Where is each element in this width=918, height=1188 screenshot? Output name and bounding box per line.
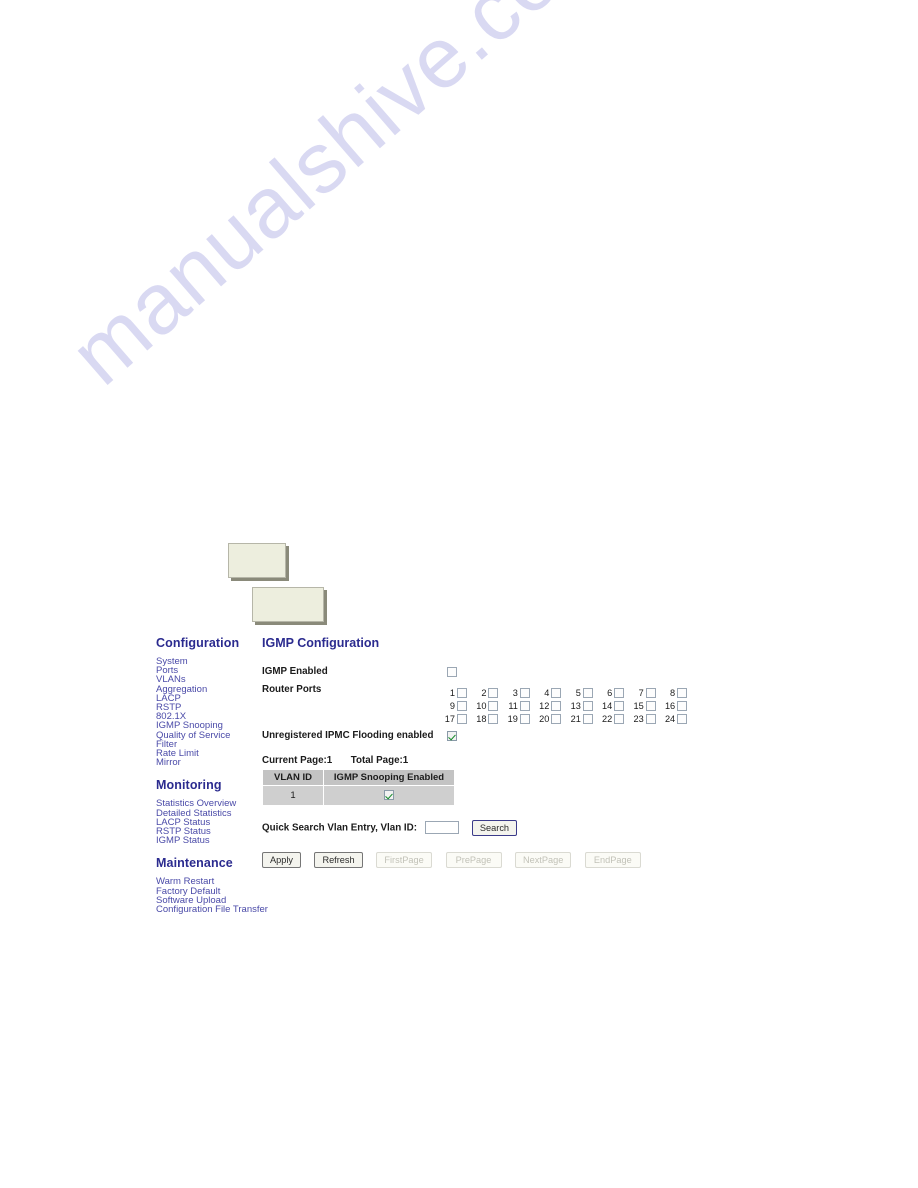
router-port-checkbox-11[interactable]	[519, 700, 530, 711]
router-port-cell-20[interactable]: 20	[534, 710, 562, 728]
router-port-checkbox-16[interactable]	[677, 700, 688, 711]
router-port-checkbox-17[interactable]	[457, 713, 467, 724]
router-port-number-18: 18	[476, 713, 487, 724]
navigation-sidebar: Configuration System Ports VLANs Aggrega…	[156, 636, 268, 915]
search-input[interactable]	[425, 821, 460, 835]
prev-page-button: PrePage	[445, 851, 502, 868]
router-port-number-21: 21	[570, 713, 581, 724]
sidebar-link-mirror[interactable]: Mirror	[156, 758, 256, 768]
quick-search-row: Quick Search Vlan Entry, Vlan ID: Search	[262, 819, 662, 837]
current-page-label: Current Page:1	[262, 755, 333, 766]
lower-image-placeholder	[252, 587, 324, 622]
router-port-checkbox-5[interactable]	[582, 687, 593, 698]
router-port-checkbox-23[interactable]	[645, 713, 656, 724]
router-port-number-19: 19	[507, 713, 518, 724]
vlan-table-col-vlan-id: VLAN ID	[262, 769, 324, 786]
router-port-checkbox-24[interactable]	[677, 713, 688, 724]
router-ports-grid-row: 17 18 19 20 21 22 23 24	[440, 710, 688, 724]
quick-search-label: Quick Search Vlan Entry, Vlan ID:	[262, 822, 417, 834]
router-port-checkbox-10[interactable]	[488, 700, 499, 711]
sidebar-item-mirror[interactable]: Mirror	[156, 758, 256, 768]
vlan-table-head: VLAN ID IGMP Snooping Enabled	[262, 769, 455, 786]
router-port-cell-23[interactable]: 23	[629, 710, 656, 728]
router-port-checkbox-7[interactable]	[645, 687, 656, 698]
router-port-checkbox-18[interactable]	[488, 713, 499, 724]
sidebar-list-configuration: System Ports VLANs Aggregation LACP RSTP…	[156, 657, 256, 768]
vlan-table-col-snooping-enabled: IGMP Snooping Enabled	[323, 769, 455, 786]
table-row[interactable]: 1	[262, 785, 455, 806]
igmp-enabled-row: IGMP Enabled	[262, 666, 662, 681]
router-ports-grid: 1 2 3 4 5 6 7 8 9 10 11 12 13 14 15 16 1…	[440, 684, 688, 724]
sidebar-list-monitoring: Statistics Overview Detailed Statistics …	[156, 799, 256, 846]
sidebar-item-configuration-file-transfer[interactable]: Configuration File Transfer	[156, 905, 268, 915]
page-title: IGMP Configuration	[262, 636, 380, 650]
router-port-cell-17[interactable]: 17	[440, 710, 467, 728]
ipmc-flooding-checkbox[interactable]	[447, 731, 457, 741]
vlan-snooping-table: VLAN ID IGMP Snooping Enabled 1	[262, 769, 455, 806]
sidebar-heading-monitoring: Monitoring	[156, 778, 222, 793]
sidebar-list-maintenance: Warm Restart Factory Default Software Up…	[156, 877, 268, 915]
end-page-button: EndPage	[584, 851, 641, 868]
router-port-cell-24[interactable]: 24	[660, 710, 688, 728]
router-port-checkbox-4[interactable]	[551, 687, 562, 698]
router-port-checkbox-6[interactable]	[614, 687, 625, 698]
router-port-checkbox-13[interactable]	[582, 700, 593, 711]
router-port-checkbox-20[interactable]	[551, 713, 562, 724]
top-image-placeholder	[228, 543, 286, 578]
sidebar-heading-maintenance: Maintenance	[156, 856, 233, 871]
router-port-cell-18[interactable]: 18	[471, 710, 499, 728]
router-port-cell-22[interactable]: 22	[597, 710, 625, 728]
router-port-checkbox-12[interactable]	[551, 700, 562, 711]
router-port-checkbox-15[interactable]	[645, 700, 656, 711]
router-ports-row: Router Ports 1 2 3 4 5 6 7 8 9 10 11 12	[262, 684, 688, 728]
search-button[interactable]: Search	[471, 819, 518, 836]
main-content-panel: IGMP Configuration IGMP Enabled Router P…	[262, 636, 688, 869]
router-ports-grid-row: 9 10 11 12 13 14 15 16	[440, 697, 688, 711]
apply-button[interactable]: Apply	[262, 851, 301, 868]
refresh-button[interactable]: Refresh	[314, 851, 363, 868]
router-port-cell-19[interactable]: 19	[503, 710, 530, 728]
vlan-table-header-row: VLAN ID IGMP Snooping Enabled	[262, 769, 455, 786]
first-page-button: FirstPage	[376, 851, 433, 868]
vlan-table-cell-snooping-enabled	[323, 785, 455, 806]
sidebar-item-igmp-status[interactable]: IGMP Status	[156, 836, 256, 846]
router-port-number-17: 17	[444, 713, 455, 724]
action-button-row: Apply Refresh FirstPage PrePage NextPage…	[262, 851, 662, 869]
ipmc-flooding-row: Unregistered IPMC Flooding enabled	[262, 730, 662, 745]
ipmc-flooding-label: Unregistered IPMC Flooding enabled	[262, 730, 434, 741]
router-port-checkbox-22[interactable]	[614, 713, 625, 724]
router-port-checkbox-14[interactable]	[614, 700, 625, 711]
igmp-enabled-label: IGMP Enabled	[262, 666, 328, 677]
router-ports-grid-row: 1 2 3 4 5 6 7 8	[440, 684, 688, 698]
router-port-cell-21[interactable]: 21	[566, 710, 593, 728]
pagination-status: Current Page:1 Total Page:1	[262, 755, 662, 766]
igmp-enabled-checkbox[interactable]	[447, 667, 457, 677]
router-port-number-20: 20	[539, 713, 550, 724]
next-page-button: NextPage	[514, 851, 572, 868]
router-port-number-24: 24	[664, 713, 676, 724]
router-port-checkbox-1[interactable]	[457, 687, 467, 698]
router-port-checkbox-21[interactable]	[582, 713, 593, 724]
vlan-snooping-enabled-checkbox[interactable]	[384, 790, 394, 801]
router-ports-label: Router Ports	[262, 684, 322, 695]
router-port-checkbox-8[interactable]	[677, 687, 688, 698]
router-port-checkbox-9[interactable]	[457, 700, 467, 711]
page-root: Configuration System Ports VLANs Aggrega…	[0, 0, 918, 1188]
sidebar-link-igmp-status[interactable]: IGMP Status	[156, 836, 256, 846]
router-port-number-23: 23	[633, 713, 644, 724]
router-port-checkbox-2[interactable]	[488, 687, 499, 698]
total-page-label: Total Page:1	[350, 755, 409, 766]
router-port-number-22: 22	[602, 713, 613, 724]
router-port-checkbox-3[interactable]	[519, 687, 530, 698]
vlan-table-body: 1	[262, 785, 455, 806]
sidebar-heading-configuration: Configuration	[156, 636, 240, 650]
router-port-checkbox-19[interactable]	[519, 713, 530, 724]
sidebar-link-configuration-file-transfer[interactable]: Configuration File Transfer	[156, 905, 268, 915]
vlan-table-cell-vlan-id: 1	[262, 785, 324, 806]
